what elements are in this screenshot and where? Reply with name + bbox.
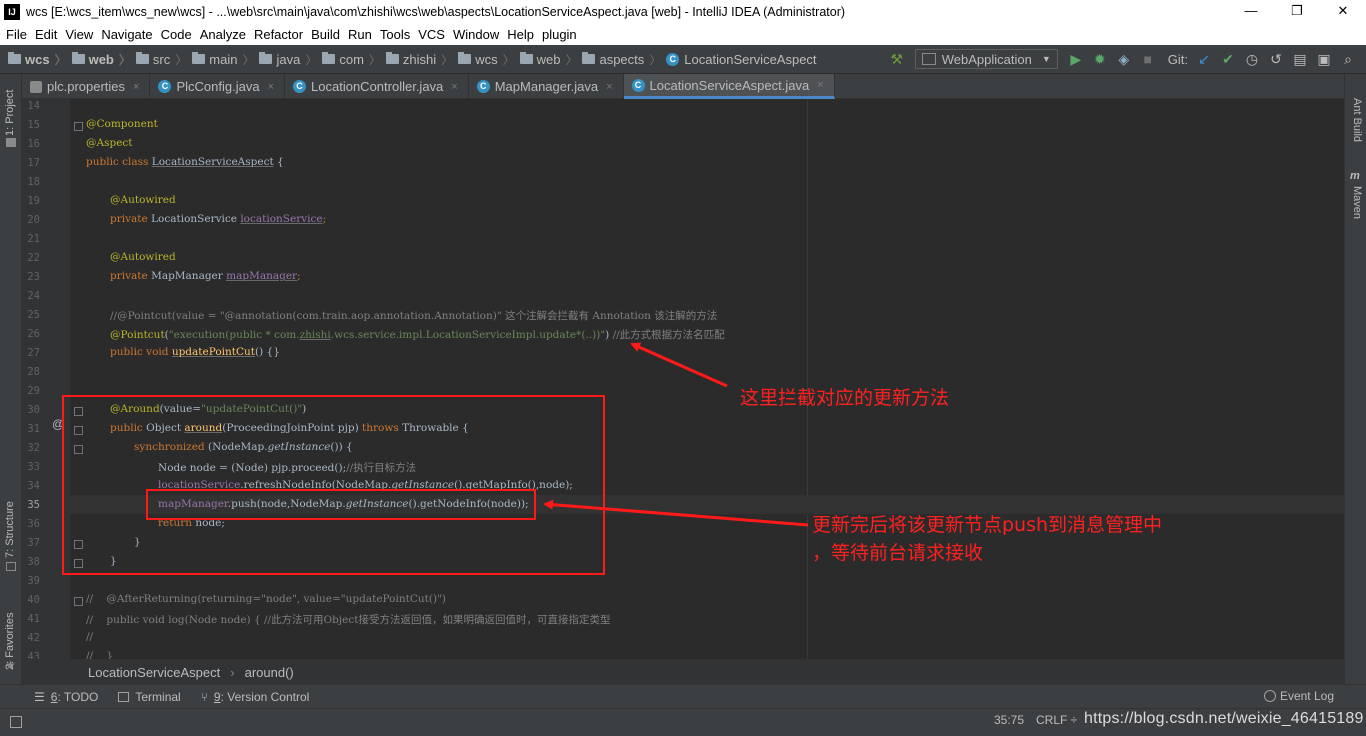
editor-breadcrumb: LocationServiceAspect › around() <box>22 659 1344 684</box>
toggle-tool-windows-icon[interactable] <box>10 716 22 728</box>
annotation-arrows <box>543 342 809 527</box>
event-log-icon <box>1263 690 1276 702</box>
status-bar: 35:75 CRLF ÷ https://blog.csdn.net/weixi… <box>0 708 1366 736</box>
todo-tool-button[interactable]: ☰ 6: TODO <box>34 690 98 704</box>
watermark-url: https://blog.csdn.net/weixie_46415189 <box>1084 710 1364 727</box>
branch-icon: ⑂ <box>200 689 208 704</box>
annotation-note-push-line2: ，等待前台请求接收 <box>812 542 984 564</box>
line-separator[interactable]: CRLF ÷ <box>1036 713 1077 727</box>
list-icon: ☰ <box>34 689 45 704</box>
terminal-tool-button[interactable]: Terminal <box>118 690 181 704</box>
annotation-note-push-line1: 更新完后将该更新节点push到消息管理中 <box>812 514 1163 536</box>
arrow-to-pointcut <box>630 342 728 388</box>
terminal-icon <box>118 691 130 702</box>
version-control-tool-button[interactable]: ⑂ 9: Version Control <box>201 690 310 704</box>
arrow-to-push-call <box>543 499 809 527</box>
breadcrumb-class[interactable]: LocationServiceAspect <box>88 665 220 680</box>
breadcrumb-method[interactable]: around() <box>245 665 294 680</box>
annotation-note-intercept: 这里拦截对应的更新方法 <box>740 387 950 409</box>
event-log-button[interactable]: Event Log <box>1263 689 1334 703</box>
tool-windows-bar: ☰ 6: TODO Terminal ⑂ 9: Version Control … <box>0 684 1366 708</box>
caret-position[interactable]: 35:75 <box>994 713 1024 727</box>
